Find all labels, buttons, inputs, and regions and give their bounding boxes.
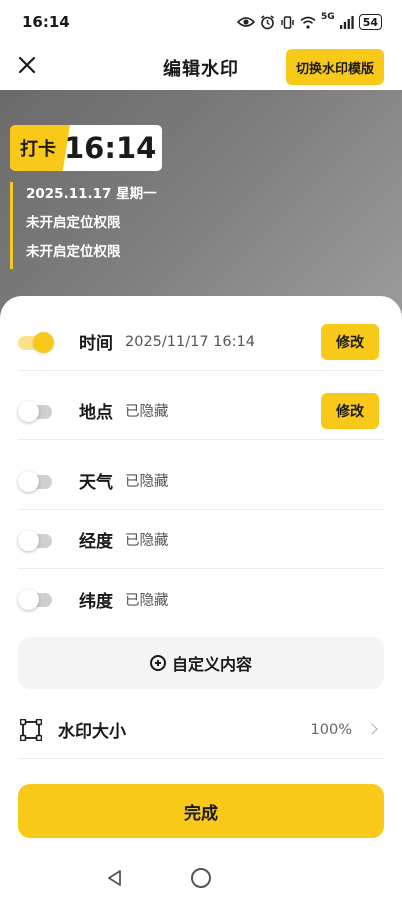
custom-content-button[interactable]: 自定义内容 <box>18 637 384 689</box>
network-type: 5G <box>321 12 335 22</box>
setting-label-weather: 天气 <box>79 473 113 493</box>
watermark-location-2: 未开启定位权限 <box>26 244 121 260</box>
watermark-preview: 打卡 16:14 2025.11.17 星期一 未开启定位权限 未开启定位权限 <box>0 90 402 325</box>
status-time: 16:14 <box>22 13 70 31</box>
setting-row-time: 时间 2025/11/17 16:14 修改 <box>18 313 384 371</box>
home-icon[interactable] <box>191 868 211 888</box>
vibrate-icon <box>280 15 295 30</box>
setting-value-time: 2025/11/17 16:14 <box>125 333 255 350</box>
watermark-lines: 2025.11.17 星期一 未开启定位权限 未开启定位权限 <box>10 182 210 269</box>
watermark-size-row[interactable]: 水印大小 100% <box>18 701 384 759</box>
status-bar: 16:14 5G 54 <box>0 0 402 44</box>
setting-row-longitude: 经度 已隐藏 <box>18 511 384 569</box>
setting-value-latitude: 已隐藏 <box>125 592 169 609</box>
eye-icon <box>237 16 256 28</box>
watermark-date: 2025.11.17 星期一 <box>26 186 157 202</box>
setting-label-longitude: 经度 <box>79 532 113 552</box>
watermark-location-1: 未开启定位权限 <box>26 215 121 231</box>
longitude-toggle[interactable] <box>18 529 54 551</box>
latitude-toggle[interactable] <box>18 589 54 610</box>
signal-icon <box>339 15 354 29</box>
wifi-icon <box>300 16 316 29</box>
back-icon[interactable] <box>106 869 124 887</box>
setting-label-time: 时间 <box>79 334 113 354</box>
edit-time-button[interactable]: 修改 <box>321 324 379 360</box>
watermark-time: 16:14 <box>62 125 163 171</box>
header: 编辑水印 切换水印模版 <box>0 44 402 90</box>
edit-location-button[interactable]: 修改 <box>321 393 379 429</box>
resize-icon <box>19 718 43 741</box>
settings-sheet: 时间 2025/11/17 16:14 修改 地点 已隐藏 修改 天气 已隐藏 … <box>0 296 402 856</box>
watermark-size-value: 100% <box>310 721 352 738</box>
chevron-right-icon <box>366 723 378 735</box>
alarm-icon <box>260 14 275 30</box>
add-circle-icon <box>149 655 166 671</box>
time-toggle[interactable] <box>18 331 54 353</box>
setting-row-location: 地点 已隐藏 修改 <box>18 382 384 440</box>
setting-row-weather: 天气 已隐藏 <box>18 452 384 510</box>
setting-value-weather: 已隐藏 <box>125 474 169 490</box>
navigation-bar <box>0 856 402 900</box>
watermark-size-label: 水印大小 <box>58 722 126 742</box>
setting-row-latitude: 纬度 已隐藏 <box>18 570 384 628</box>
setting-value-location: 已隐藏 <box>125 404 169 420</box>
custom-content-label: 自定义内容 <box>171 655 252 674</box>
battery-icon: 54 <box>358 14 382 30</box>
location-toggle[interactable] <box>18 400 54 422</box>
status-icons: 5G 54 <box>237 12 382 30</box>
switch-template-button[interactable]: 切换水印模版 <box>285 49 384 85</box>
done-button[interactable]: 完成 <box>18 784 384 838</box>
watermark-label: 打卡 <box>10 125 70 171</box>
setting-label-location: 地点 <box>79 403 113 423</box>
setting-value-longitude: 已隐藏 <box>125 533 169 549</box>
weather-toggle[interactable] <box>18 470 54 492</box>
setting-label-latitude: 纬度 <box>79 591 113 612</box>
watermark-badge: 打卡 16:14 <box>10 125 163 171</box>
